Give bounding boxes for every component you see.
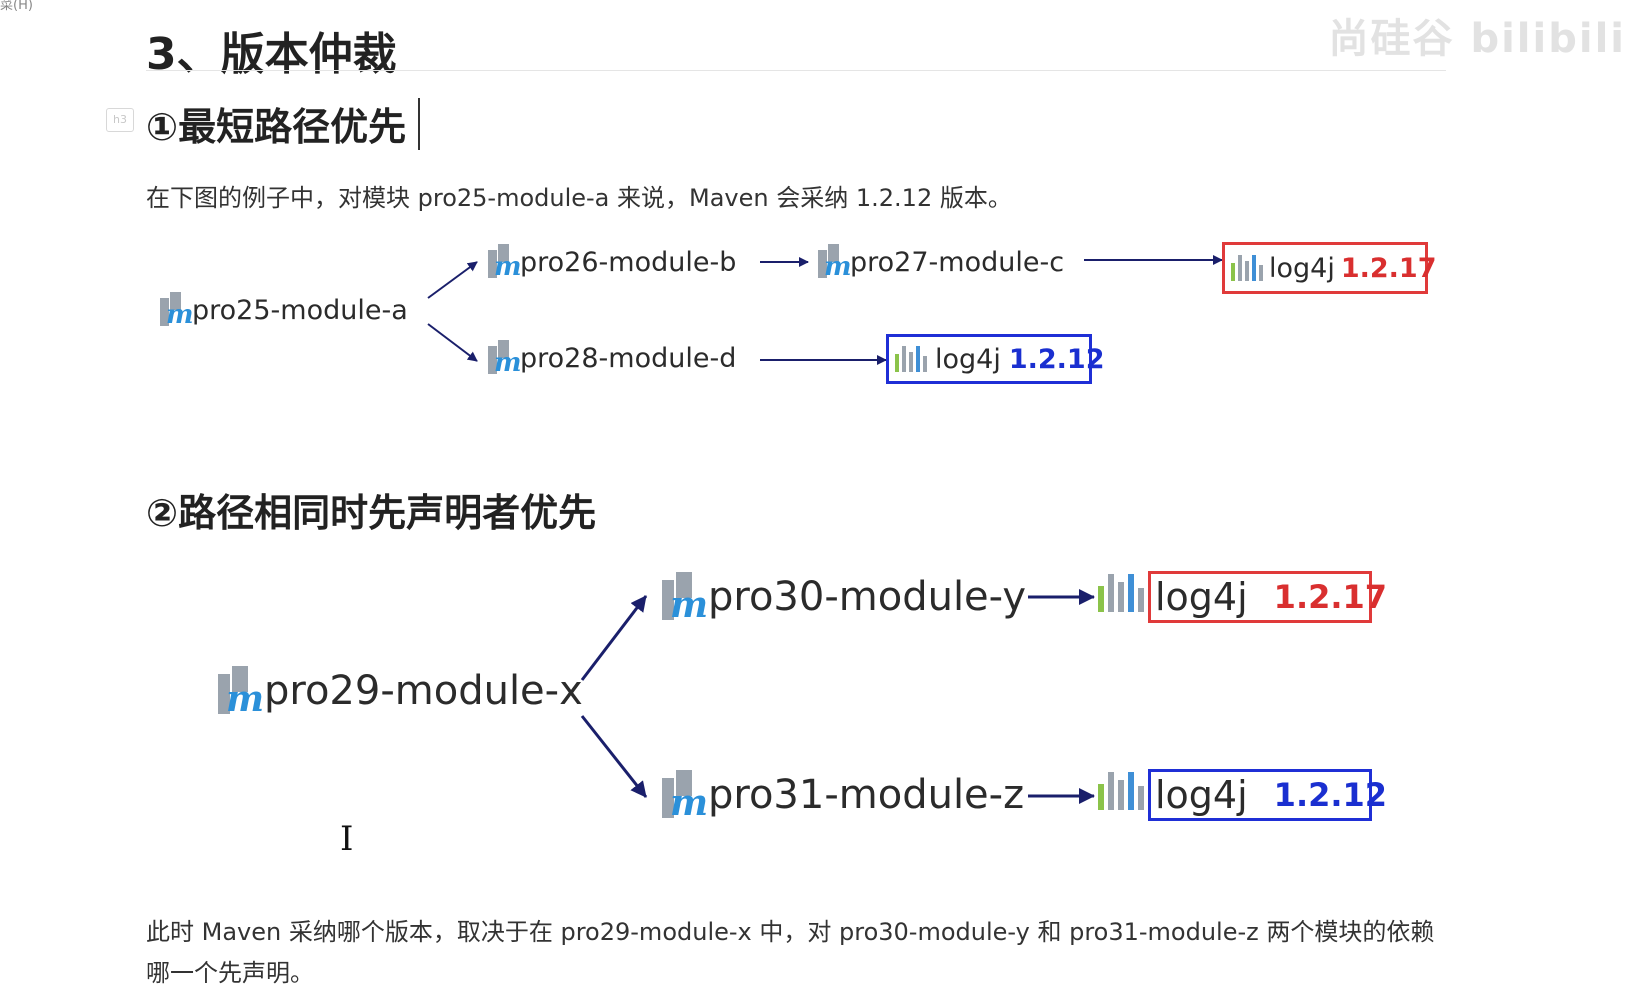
module-label: pro29-module-x	[264, 668, 583, 714]
library-bars-icon	[1098, 772, 1144, 810]
paragraph-first-declared[interactable]: 此时 Maven 采纳哪个版本，取决于在 pro29-module-x 中，对 …	[146, 912, 1446, 994]
library-name: log4j	[1269, 252, 1335, 284]
library-name: log4j	[1155, 575, 1248, 619]
library-bars-icon	[895, 346, 927, 372]
module-label: pro26-module-b	[520, 246, 737, 278]
library-name: log4j	[935, 343, 1001, 375]
module-label: pro31-module-z	[708, 772, 1025, 818]
arrow-x-to-z	[580, 715, 648, 798]
maven-module-icon: m	[486, 244, 522, 282]
module-node-y: m pro30-module-y	[660, 572, 1027, 626]
module-node-c: m pro27-module-c	[816, 244, 1065, 282]
library-box-log4j-1217-large: log4j 1.2.17	[1148, 571, 1387, 623]
library-box-log4j-1212-large: log4j 1.2.12	[1148, 769, 1387, 821]
arrow-x-to-y	[580, 595, 648, 681]
arrow-a-to-b	[427, 261, 478, 299]
library-bars-icon	[1231, 255, 1263, 281]
module-label: pro30-module-y	[708, 574, 1027, 620]
library-bars-icon	[1098, 574, 1144, 612]
module-label: pro28-module-d	[520, 342, 737, 374]
maven-module-icon: m	[660, 770, 708, 824]
library-version: 1.2.12	[1008, 343, 1105, 375]
library-version: 1.2.17	[1273, 578, 1388, 616]
module-node-b: m pro26-module-b	[486, 244, 737, 282]
maven-module-icon: m	[816, 244, 852, 282]
module-label: pro27-module-c	[850, 246, 1065, 278]
module-node-a: m pro25-module-a	[158, 292, 408, 330]
library-version: 1.2.17	[1340, 252, 1437, 284]
subheading-first-declared[interactable]: ②路径相同时先声明者优先	[146, 482, 596, 537]
module-node-x: m pro29-module-x	[216, 666, 583, 720]
arrow-a-to-d	[427, 323, 478, 362]
maven-module-icon: m	[486, 340, 522, 378]
module-node-d: m pro28-module-d	[486, 340, 737, 378]
text-cursor-icon: I	[340, 819, 354, 859]
library-box-log4j-1212: log4j 1.2.12	[886, 334, 1105, 384]
library-name: log4j	[1155, 773, 1248, 817]
module-label: pro25-module-a	[192, 294, 408, 326]
maven-module-icon: m	[216, 666, 264, 720]
library-version: 1.2.12	[1273, 776, 1388, 814]
library-box-log4j-1217: log4j 1.2.17	[1222, 242, 1437, 294]
maven-module-icon: m	[660, 572, 708, 626]
module-node-z: m pro31-module-z	[660, 770, 1025, 824]
maven-module-icon: m	[158, 292, 194, 330]
